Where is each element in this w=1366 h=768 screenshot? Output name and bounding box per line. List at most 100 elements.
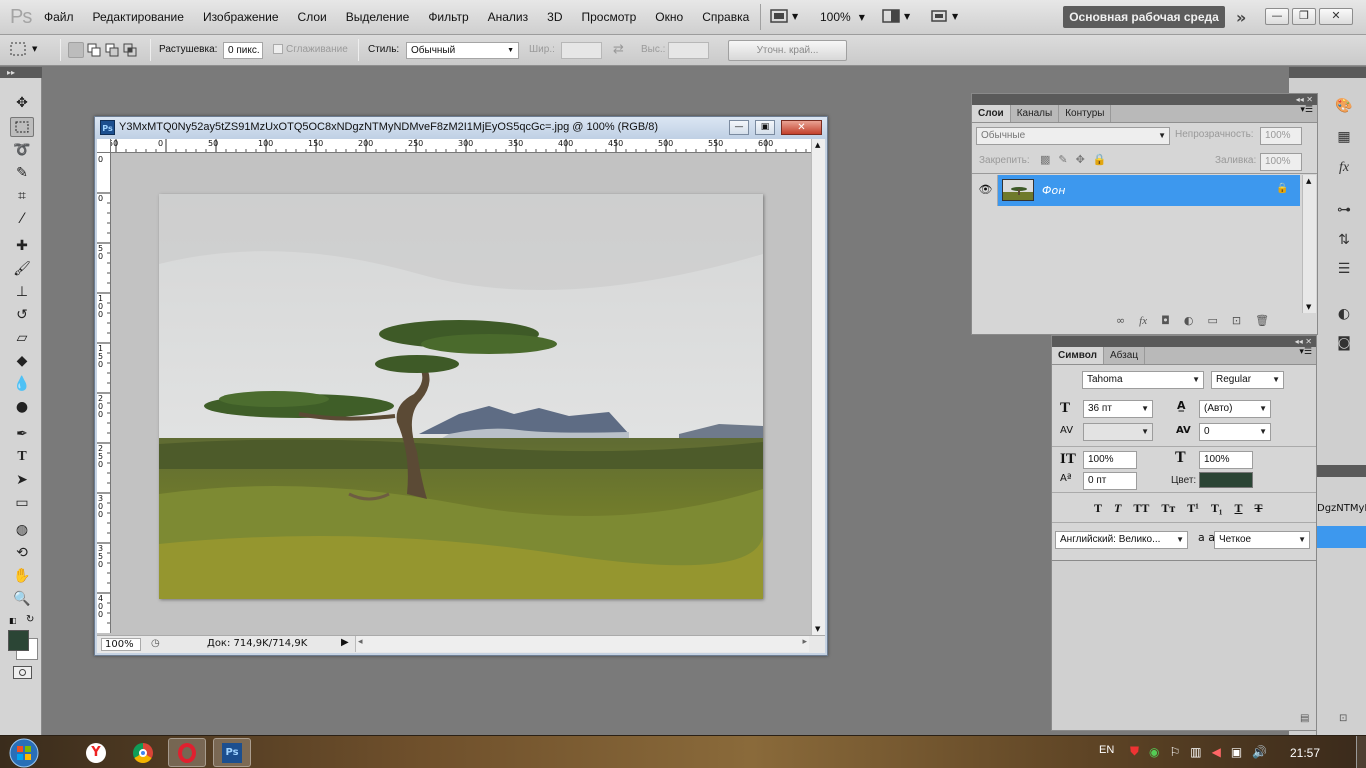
tools-panel-header[interactable]: ▸▸: [0, 67, 42, 78]
menu-file[interactable]: Файл: [44, 0, 74, 35]
quick-selection-tool-icon[interactable]: ✎: [10, 163, 34, 183]
layer-visibility-eye-icon[interactable]: 👁: [974, 175, 998, 206]
tracking-select[interactable]: 0 ▼: [1199, 423, 1271, 441]
network-icon[interactable]: ▥: [1190, 745, 1201, 759]
document-titlebar[interactable]: Ps Y3MxMTQ0Ny52ay5tZS91MzUxOTQ5OC8xNDgzN…: [95, 117, 827, 139]
faux-bold-icon[interactable]: T: [1094, 501, 1102, 516]
swatches-panel-icon[interactable]: ▦: [1333, 127, 1355, 147]
strikethrough-icon[interactable]: T: [1255, 501, 1263, 516]
zoom-tool-icon[interactable]: 🔍: [10, 589, 34, 609]
antialias-select[interactable]: Четкое ▼: [1214, 531, 1310, 549]
scroll-left-icon[interactable]: ◂: [358, 637, 363, 647]
font-size-select[interactable]: 36 пт ▼: [1083, 400, 1153, 418]
dodge-tool-icon[interactable]: ●: [10, 397, 34, 417]
opacity-input[interactable]: 100%: [1260, 127, 1302, 145]
screen-mode-button[interactable]: ▼: [770, 9, 798, 23]
font-family-select[interactable]: Tahoma ▼: [1082, 371, 1204, 389]
lock-position-icon[interactable]: ✥: [1076, 153, 1085, 166]
intersect-selection-icon[interactable]: [122, 42, 138, 58]
minimize-button[interactable]: —: [1265, 8, 1289, 25]
menu-filter[interactable]: Фильтр: [428, 0, 468, 35]
horizontal-scrollbar[interactable]: ◂ ▸: [355, 636, 809, 652]
underline-icon[interactable]: T: [1235, 501, 1243, 516]
swap-colors-icon[interactable]: ↻: [26, 614, 34, 625]
doc-restore-button[interactable]: ▣: [755, 120, 775, 135]
superscript-icon[interactable]: T¹: [1187, 501, 1199, 516]
menu-edit[interactable]: Редактирование: [93, 0, 184, 35]
vertical-scale-input[interactable]: 100%: [1083, 451, 1137, 469]
history-brush-tool-icon[interactable]: ↺: [10, 305, 34, 325]
subtract-from-selection-icon[interactable]: [104, 42, 120, 58]
input-language-indicator[interactable]: EN: [1099, 744, 1114, 756]
ruler-origin[interactable]: [97, 139, 111, 153]
add-mask-icon[interactable]: ◘: [1161, 314, 1170, 327]
show-desktop-button[interactable]: [1356, 736, 1366, 768]
start-button[interactable]: [4, 736, 44, 768]
system-clock[interactable]: 21:57: [1290, 746, 1320, 760]
layers-panel-header[interactable]: ◂◂ ✕: [972, 94, 1317, 105]
styles-panel-icon[interactable]: fx: [1333, 158, 1355, 178]
style-select[interactable]: Обычный ▼: [406, 42, 519, 59]
menu-view[interactable]: Просмотр: [581, 0, 636, 35]
antialias-checkbox[interactable]: [273, 44, 283, 54]
3d-orbit-tool-icon[interactable]: ⟲: [10, 543, 34, 563]
status-menu-arrow-icon[interactable]: ▶: [341, 637, 349, 648]
refine-edge-button[interactable]: Уточн. край...: [728, 40, 847, 61]
menu-3d[interactable]: 3D: [547, 0, 562, 35]
healing-brush-tool-icon[interactable]: ✚: [10, 236, 34, 256]
opera-icon[interactable]: [168, 738, 206, 767]
add-to-selection-icon[interactable]: [86, 42, 102, 58]
fill-input[interactable]: 100%: [1260, 153, 1302, 171]
doc-minimize-button[interactable]: —: [729, 120, 749, 135]
zoom-field[interactable]: 100%: [101, 638, 141, 651]
eyedropper-tool-icon[interactable]: ⁄: [10, 209, 34, 229]
kerning-select[interactable]: ▼: [1083, 423, 1153, 441]
masks-panel-icon[interactable]: ⇅: [1333, 230, 1355, 250]
menu-help[interactable]: Справка: [702, 0, 749, 35]
move-tool-icon[interactable]: ✥: [10, 93, 34, 113]
workspace-button[interactable]: Основная рабочая среда: [1063, 6, 1225, 28]
type-tool-icon[interactable]: T: [10, 447, 34, 467]
screen-mode-dropdown[interactable]: ▼: [930, 9, 958, 23]
clone-stamp-tool-icon[interactable]: ⊥: [10, 282, 34, 302]
chrome-icon[interactable]: [124, 738, 162, 767]
tool-preset-picker[interactable]: ▼: [8, 41, 37, 57]
new-adjustment-icon[interactable]: ◐: [1184, 314, 1194, 327]
action-center-icon[interactable]: ⚐: [1170, 745, 1181, 759]
arrange-documents-button[interactable]: ▼: [882, 9, 910, 23]
hand-tool-icon[interactable]: ✋: [10, 566, 34, 586]
default-colors-icon[interactable]: ◧: [9, 616, 17, 625]
menu-window[interactable]: Окно: [655, 0, 683, 35]
foreground-color-swatch[interactable]: [8, 630, 29, 651]
menu-analysis[interactable]: Анализ: [488, 0, 529, 35]
lock-all-icon[interactable]: 🔒: [1093, 153, 1107, 166]
menu-layers[interactable]: Слои: [298, 0, 327, 35]
rect-marquee-tool-icon[interactable]: [10, 117, 34, 137]
faux-italic-icon[interactable]: T: [1114, 501, 1121, 516]
expand-workspaces-icon[interactable]: »: [1236, 8, 1246, 27]
panel-footer-icon[interactable]: ▤: [1300, 713, 1309, 724]
panel-menu-icon[interactable]: ▾☰: [1111, 105, 1317, 122]
layers-scrollbar[interactable]: ▲ ▼: [1302, 175, 1316, 313]
scroll-up-icon[interactable]: ▲: [815, 141, 820, 149]
zoom-level-dropdown[interactable]: 100% ▼: [820, 10, 865, 24]
new-selection-icon[interactable]: [68, 42, 84, 58]
blend-mode-select[interactable]: Обычные ▼: [976, 127, 1170, 145]
dock-header[interactable]: [1289, 67, 1366, 78]
adjustments-panel-icon[interactable]: ⊶: [1333, 200, 1355, 220]
scroll-right-icon[interactable]: ▸: [802, 637, 807, 647]
small-caps-icon[interactable]: Tт: [1161, 501, 1175, 516]
tab-paragraph[interactable]: Абзац: [1104, 347, 1146, 364]
lock-image-icon[interactable]: ✎: [1058, 153, 1067, 166]
photoshop-taskbar-icon[interactable]: Ps: [213, 738, 251, 767]
scroll-down-icon[interactable]: ▼: [815, 625, 820, 633]
history-panel-icon[interactable]: ☰: [1333, 259, 1355, 279]
horizontal-ruler[interactable]: 50 0 50 100 150 200 250 300 350 400 450 …: [111, 139, 811, 153]
status-info-icon[interactable]: ◷: [151, 638, 160, 649]
tray-alert-icon[interactable]: ◀: [1212, 745, 1221, 759]
lock-transparency-icon[interactable]: ▩: [1040, 153, 1050, 166]
quick-mask-icon[interactable]: [13, 666, 32, 679]
all-caps-icon[interactable]: TT: [1133, 501, 1149, 516]
character-panel-header[interactable]: ◂◂ ✕: [1052, 336, 1316, 347]
rectangle-shape-tool-icon[interactable]: ▭: [10, 493, 34, 513]
